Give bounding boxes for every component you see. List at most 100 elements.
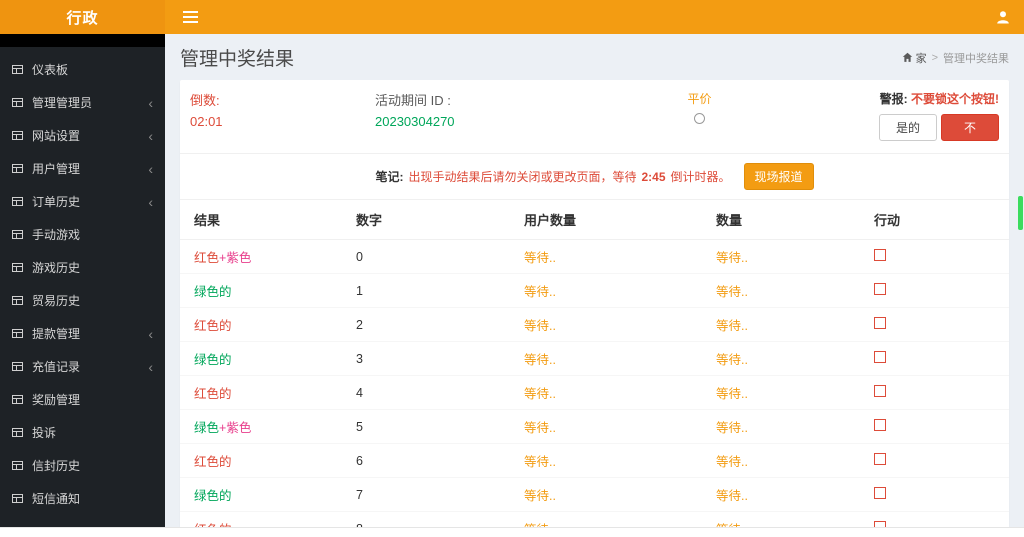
chevron-left-icon: ‹ (148, 325, 153, 342)
action-checkbox[interactable] (874, 249, 886, 261)
col-header-users: 用户数量 (518, 200, 710, 240)
result-cell: 红色的 (180, 511, 350, 527)
table-row: 红色+紫色 0 等待.. 等待.. (180, 239, 1009, 274)
note-suffix: 倒计时器。 (670, 170, 731, 184)
brand-title[interactable]: 行政 (0, 0, 165, 34)
result-cell: 红色+紫色 (180, 239, 350, 274)
amount-cell: 等待.. (710, 341, 868, 376)
sidebar-item[interactable]: 用户管理 ‹ (0, 152, 165, 185)
result-cell: 绿色的 (180, 341, 350, 376)
action-checkbox[interactable] (874, 487, 886, 499)
sidebar-item[interactable]: 管理管理员 ‹ (0, 86, 165, 119)
sidebar-item-label: 奖励管理 (32, 393, 81, 407)
number-cell: 4 (350, 375, 518, 410)
action-checkbox[interactable] (874, 351, 886, 363)
breadcrumb-separator: > (931, 51, 938, 64)
users-cell: 等待.. (518, 341, 710, 376)
note-timer: 2:45 (641, 169, 666, 184)
chevron-left-icon: ‹ (148, 127, 153, 144)
sidebar-item-label: 提款管理 (32, 327, 81, 341)
users-cell: 等待.. (518, 239, 710, 274)
users-cell: 等待.. (518, 273, 710, 308)
yes-button[interactable]: 是的 (878, 114, 937, 141)
action-checkbox[interactable] (874, 317, 886, 329)
sidebar-item[interactable]: 投诉 (0, 416, 165, 449)
sidebar-item[interactable]: 奖励管理 (0, 383, 165, 416)
number-cell: 1 (350, 273, 518, 308)
sidebar-item[interactable]: 短信通知 (0, 482, 165, 515)
no-button[interactable]: 不 (940, 114, 999, 141)
sidebar-menu: 仪表板 管理管理员 ‹ 网站设置 ‹ 用户管理 ‹ 订单历史 ‹ 手动游戏 游戏历史 贸易历史 提款管理… (0, 53, 165, 515)
sidebar-item[interactable]: 订单历史 ‹ (0, 185, 165, 218)
sidebar-item[interactable]: 贸易历史 (0, 284, 165, 317)
user-menu-button[interactable] (996, 10, 1010, 24)
sidebar-item-label: 贸易历史 (32, 294, 81, 308)
menu-grid-icon (12, 131, 23, 140)
menu-grid-icon (12, 230, 23, 239)
page-footer (0, 527, 1024, 537)
result-text: 绿色的 (194, 285, 232, 299)
note-text: 出现手动结果后请勿关闭或更改页面，等待 (408, 170, 637, 184)
amount-cell: 等待.. (710, 239, 868, 274)
result-cell: 绿色的 (180, 273, 350, 308)
table-row: 红色的 4 等待.. 等待.. (180, 375, 1009, 410)
alert-label: 警报: (879, 92, 908, 106)
parity-radio[interactable] (694, 113, 705, 124)
col-header-action: 行动 (868, 200, 1009, 240)
sidebar: 仪表板 管理管理员 ‹ 网站设置 ‹ 用户管理 ‹ 订单历史 ‹ 手动游戏 游戏历史 贸易历史 提款管理… (0, 34, 165, 527)
action-cell (868, 511, 1009, 527)
chevron-left-icon: ‹ (148, 193, 153, 210)
menu-grid-icon (12, 428, 23, 437)
action-checkbox[interactable] (874, 419, 886, 431)
hamburger-menu-icon[interactable] (179, 7, 202, 27)
menu-grid-icon (12, 461, 23, 470)
menu-grid-icon (12, 263, 23, 272)
result-text: 红色的 (194, 455, 232, 469)
period-value: 20230304270 (375, 114, 455, 129)
breadcrumb-current: 管理中奖结果 (943, 52, 1009, 65)
number-cell: 5 (350, 409, 518, 444)
live-report-button[interactable]: 现场报道 (743, 163, 814, 190)
sidebar-item-label: 用户管理 (32, 162, 81, 176)
action-checkbox[interactable] (874, 385, 886, 397)
results-panel: 倒数: 02:01 活动期间 ID : 20230304270 平价 警报: 不… (180, 80, 1009, 527)
users-cell: 等待.. (518, 375, 710, 410)
sidebar-item[interactable]: 仪表板 (0, 53, 165, 86)
sidebar-item[interactable]: 信封历史 (0, 449, 165, 482)
result-text: 红色的 (194, 319, 232, 333)
user-icon (997, 11, 1009, 24)
sidebar-item[interactable]: 提款管理 ‹ (0, 317, 165, 350)
sidebar-item-label: 充值记录 (32, 360, 81, 374)
amount-cell: 等待.. (710, 375, 868, 410)
table-row: 绿色的 7 等待.. 等待.. (180, 477, 1009, 512)
table-row: 绿色的 1 等待.. 等待.. (180, 273, 1009, 308)
sidebar-item-label: 管理管理员 (32, 96, 93, 110)
action-checkbox[interactable] (874, 453, 886, 465)
topbar: 行政 (0, 0, 1024, 34)
action-cell (868, 239, 1009, 274)
col-header-number: 数字 (350, 200, 518, 240)
alert-buttons: 是的 不 (749, 114, 999, 141)
countdown-block: 倒数: 02:01 (190, 90, 375, 141)
sidebar-item[interactable]: 网站设置 ‹ (0, 119, 165, 152)
action-cell (868, 307, 1009, 342)
action-checkbox[interactable] (874, 283, 886, 295)
table-row: 红色的 6 等待.. 等待.. (180, 443, 1009, 478)
chevron-left-icon: ‹ (148, 94, 153, 111)
menu-grid-icon (12, 494, 23, 503)
sidebar-item[interactable]: 充值记录 ‹ (0, 350, 165, 383)
result-text: 绿色的 (194, 489, 232, 503)
number-cell: 7 (350, 477, 518, 512)
action-cell (868, 409, 1009, 444)
sidebar-item-label: 投诉 (32, 426, 57, 440)
menu-grid-icon (12, 296, 23, 305)
result-text: +紫色 (219, 251, 252, 265)
breadcrumb-home-link[interactable]: 家 (902, 50, 927, 66)
menu-grid-icon (12, 65, 23, 74)
result-text: +紫色 (219, 421, 252, 435)
alert-block: 警报: 不要锁这个按钮! 是的 不 (749, 90, 999, 141)
sidebar-item[interactable]: 游戏历史 (0, 251, 165, 284)
scrollbar-thumb[interactable] (1018, 196, 1023, 230)
sidebar-item[interactable]: 手动游戏 (0, 218, 165, 251)
info-row: 倒数: 02:01 活动期间 ID : 20230304270 平价 警报: 不… (180, 80, 1009, 154)
